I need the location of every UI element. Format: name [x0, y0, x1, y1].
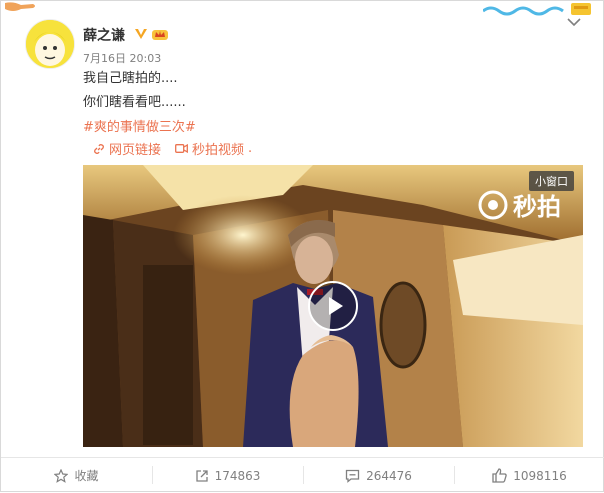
- post-text-line-1: 我自己瞎拍的....: [83, 71, 178, 86]
- avatar-cartoon-icon: [26, 20, 74, 68]
- verified-icon: [135, 29, 147, 39]
- wave-decoration-icon: [483, 3, 591, 16]
- vip-crown-icon[interactable]: [151, 27, 169, 41]
- link-trailing-dot: .: [248, 141, 253, 156]
- svg-text:秒拍: 秒拍: [513, 193, 561, 221]
- thumbs-up-icon: [492, 468, 508, 483]
- link-icon: [94, 143, 104, 154]
- favorite-button[interactable]: 收藏: [1, 458, 152, 493]
- video-camera-icon: [175, 143, 188, 154]
- web-link-label: 网页链接: [109, 143, 162, 158]
- comment-count: 264476: [366, 468, 412, 483]
- post-links: 网页链接 秒拍视频 .: [93, 139, 252, 158]
- hand-decoration-icon: [5, 2, 35, 12]
- video-link-label: 秒拍视频: [192, 143, 245, 158]
- comment-icon: [345, 469, 360, 483]
- username[interactable]: 薛之谦: [83, 25, 125, 45]
- favorite-label: 收藏: [74, 469, 99, 483]
- post-time[interactable]: 7月16日 20:03: [83, 50, 161, 66]
- like-button[interactable]: 1098116: [454, 458, 604, 493]
- video-link[interactable]: 秒拍视频: [175, 139, 244, 158]
- share-button[interactable]: 174863: [152, 458, 303, 493]
- hashtag-link[interactable]: #爽的事情做三次#: [83, 116, 196, 135]
- post-text-line-2: 你们瞎看看吧......: [83, 95, 186, 110]
- like-count: 1098116: [513, 468, 567, 483]
- play-button[interactable]: [308, 281, 358, 331]
- avatar[interactable]: [25, 19, 75, 69]
- web-link[interactable]: 网页链接: [93, 139, 161, 158]
- star-icon: [54, 468, 69, 483]
- mini-window-button[interactable]: 小窗口: [529, 171, 574, 191]
- comment-button[interactable]: 264476: [303, 458, 454, 493]
- chevron-down-icon[interactable]: [567, 17, 581, 27]
- share-count: 174863: [214, 468, 261, 483]
- share-icon: [195, 469, 208, 482]
- action-bar: 收藏 174863 264476 1098116: [1, 458, 604, 493]
- weibo-post-card: 薛之谦 7月16日 20:03 我自己瞎拍的.... 你们瞎看看吧...... …: [0, 0, 604, 492]
